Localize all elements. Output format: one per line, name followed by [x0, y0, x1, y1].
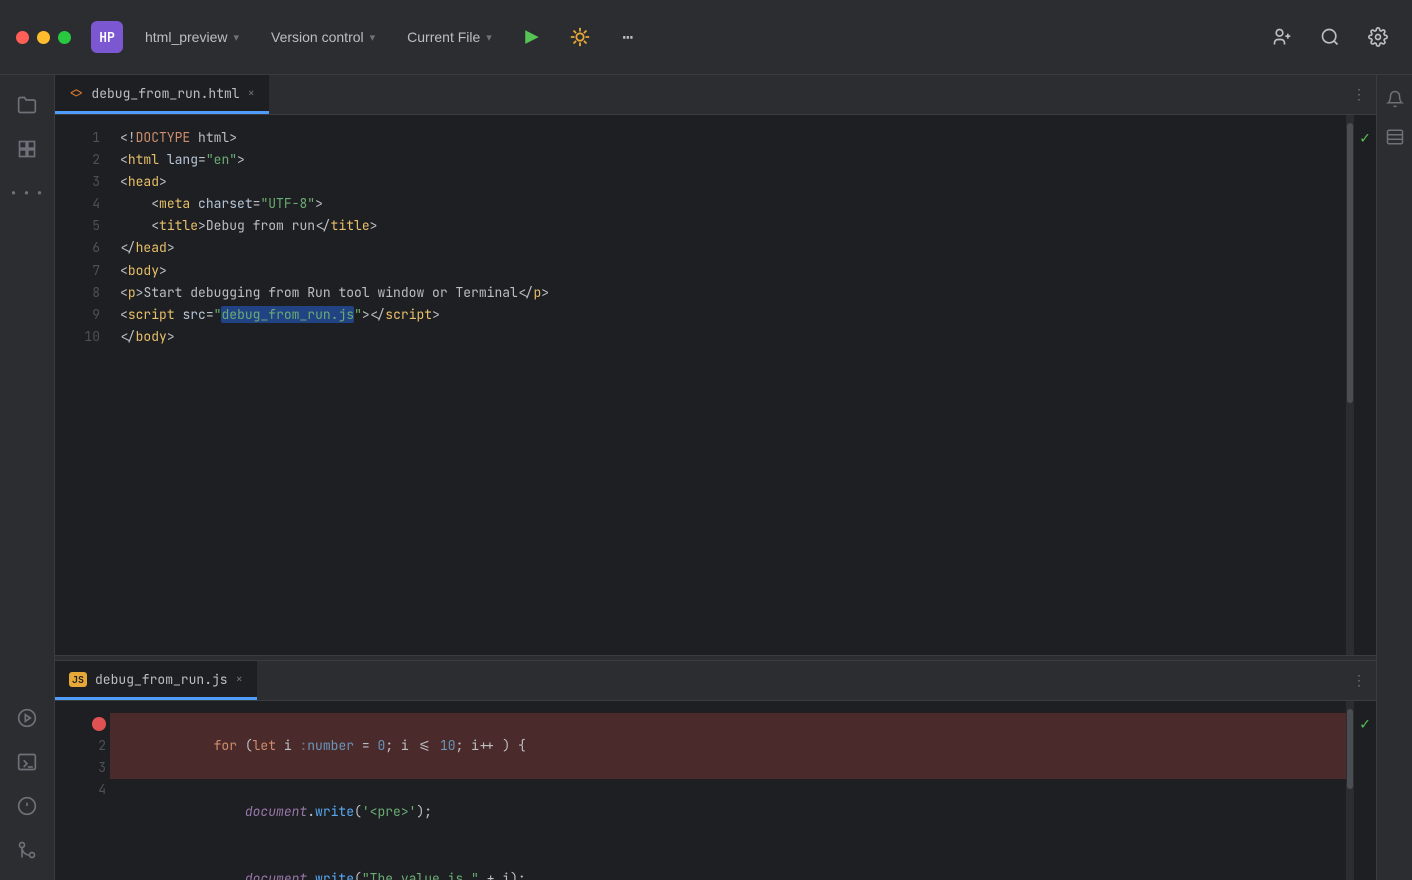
layout-button[interactable]: [1381, 123, 1409, 151]
js-tab-label: debug_from_run.js: [95, 671, 228, 688]
add-profile-icon: [1272, 27, 1292, 47]
code-line-8: <p>Start debugging from Run tool window …: [120, 282, 1346, 304]
close-button[interactable]: [16, 31, 29, 44]
run-config-chevron-icon: ▾: [486, 31, 492, 44]
html-line-numbers: 1 2 3 4 5 6 7 8 9 10: [55, 115, 110, 655]
html-tab[interactable]: <> debug_from_run.html ×: [55, 75, 269, 114]
js-pane-more[interactable]: ⋮: [1342, 661, 1376, 700]
sidebar-item-more[interactable]: ···: [9, 175, 45, 211]
js-tab[interactable]: JS debug_from_run.js ×: [55, 661, 257, 700]
debug-icon: [569, 26, 591, 48]
run-config-label: Current File: [407, 29, 480, 45]
settings-icon: [1368, 27, 1388, 47]
js-gutter-line-2: 2: [55, 735, 110, 757]
version-control-selector[interactable]: Version control ▾: [261, 25, 385, 49]
html-tab-close[interactable]: ×: [248, 85, 255, 101]
maximize-button[interactable]: [58, 31, 71, 44]
bell-icon: [1386, 90, 1404, 108]
code-line-4: <meta charset="UTF-8">: [120, 193, 1346, 215]
js-tab-close[interactable]: ×: [236, 671, 243, 687]
html-right-gutter: ✓: [1354, 115, 1376, 655]
version-control-label: Version control: [271, 29, 364, 45]
sidebar-item-git[interactable]: [9, 832, 45, 868]
minimize-button[interactable]: [37, 31, 50, 44]
editor-area: <> debug_from_run.html × ⋮ 1 2 3 4 5 6 7…: [55, 75, 1376, 880]
titlebar: HP html_preview ▾ Version control ▾ Curr…: [0, 0, 1412, 75]
project-name: html_preview: [145, 29, 227, 45]
main-layout: ··· <>: [0, 75, 1412, 880]
search-icon: [1320, 27, 1340, 47]
code-line-7: <body>: [120, 260, 1346, 282]
left-sidebar: ···: [0, 75, 55, 880]
run-config-selector[interactable]: Current File ▾: [397, 25, 502, 49]
js-gutter-line-4: 4: [55, 779, 110, 801]
js-gutter-line-3: 3: [55, 757, 110, 779]
vc-chevron-icon: ▾: [370, 31, 376, 44]
sidebar-item-folder[interactable]: [9, 87, 45, 123]
js-scrollbar[interactable]: [1346, 701, 1354, 880]
project-selector[interactable]: html_preview ▾: [135, 25, 249, 49]
js-check-icon: ✓: [1360, 713, 1370, 734]
js-gutter: 2 3 4: [55, 701, 110, 880]
html-code-content: 1 2 3 4 5 6 7 8 9 10 <!DOCTYPE html> <ht…: [55, 115, 1376, 655]
html-scrollbar[interactable]: [1346, 115, 1354, 655]
notification-bell-button[interactable]: [1381, 85, 1409, 113]
js-gutter-line-1: [55, 701, 110, 735]
code-line-1: <!DOCTYPE html>: [120, 127, 1346, 149]
html-pane-more[interactable]: ⋮: [1342, 75, 1376, 114]
right-sidebar: [1376, 75, 1412, 880]
js-scrollbar-thumb[interactable]: [1347, 709, 1353, 789]
js-tab-bar: JS debug_from_run.js × ⋮: [55, 661, 1376, 701]
code-line-5: <title>Debug from run</title>: [120, 215, 1346, 237]
js-code-content: 2 3 4 for (let i :number = 0; i <= 10; i…: [55, 701, 1376, 880]
sidebar-item-problems[interactable]: [9, 788, 45, 824]
search-button[interactable]: [1312, 19, 1348, 55]
layout-icon: [1386, 128, 1404, 146]
traffic-lights: [16, 31, 71, 44]
js-pane: JS debug_from_run.js × ⋮ 2: [55, 661, 1376, 880]
html-check-icon: ✓: [1360, 127, 1370, 148]
html-tab-label: debug_from_run.html: [91, 85, 239, 102]
html-scrollbar-thumb[interactable]: [1347, 123, 1353, 403]
js-tab-icon: JS: [69, 672, 87, 687]
code-line-2: <html lang="en">: [120, 149, 1346, 171]
run-button[interactable]: ▶: [514, 19, 550, 55]
breakpoint-dot[interactable]: [92, 717, 106, 731]
sidebar-item-run[interactable]: [9, 700, 45, 736]
debug-button[interactable]: [562, 19, 598, 55]
js-code-line-3: document.write("The value is " + i);: [110, 846, 1346, 880]
code-line-10: </body>: [120, 326, 1346, 348]
more-options-button[interactable]: ⋯: [610, 19, 646, 55]
app-icon: HP: [91, 21, 123, 53]
html-code-lines[interactable]: <!DOCTYPE html> <html lang="en"> <head> …: [110, 115, 1346, 655]
code-line-6: </head>: [120, 237, 1346, 259]
js-right-gutter: ✓: [1354, 701, 1376, 880]
js-code-line-1: for (let i :number = 0; i <= 10; i++ ) {: [110, 713, 1346, 779]
sidebar-item-widgets[interactable]: [9, 131, 45, 167]
code-line-9: <script src="debug_from_run.js"></script…: [120, 304, 1346, 326]
project-chevron-icon: ▾: [233, 31, 239, 44]
js-code-line-2: document.write('<pre>');: [110, 779, 1346, 845]
html-pane: <> debug_from_run.html × ⋮ 1 2 3 4 5 6 7…: [55, 75, 1376, 655]
settings-button[interactable]: [1360, 19, 1396, 55]
html-tab-bar: <> debug_from_run.html × ⋮: [55, 75, 1376, 115]
sidebar-item-terminal[interactable]: [9, 744, 45, 780]
add-profile-button[interactable]: [1264, 19, 1300, 55]
js-code-lines[interactable]: for (let i :number = 0; i <= 10; i++ ) {…: [110, 701, 1346, 880]
code-line-3: <head>: [120, 171, 1346, 193]
html-tab-icon: <>: [69, 85, 83, 101]
